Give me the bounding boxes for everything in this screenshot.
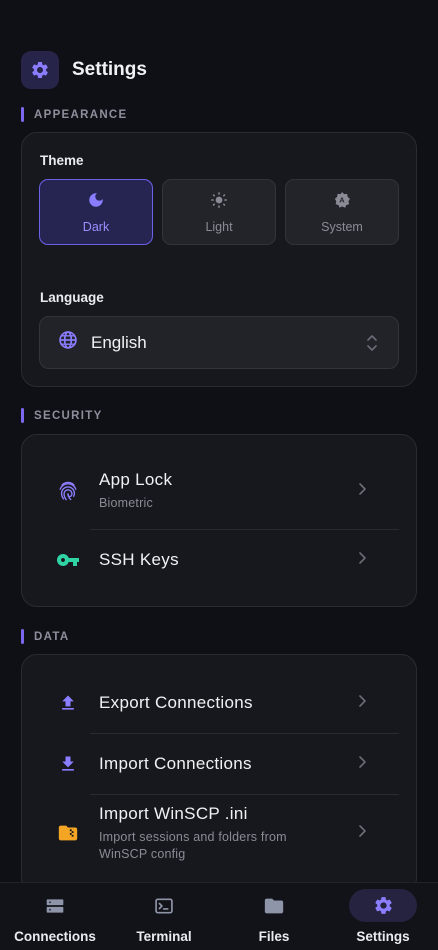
upload-icon	[56, 691, 80, 715]
row-subtitle: Biometric	[99, 496, 153, 510]
gear-icon	[21, 51, 59, 89]
data-card: Export Connections Import Connections Im…	[21, 654, 417, 894]
section-label-appearance: APPEARANCE	[21, 107, 128, 122]
section-title: APPEARANCE	[34, 108, 128, 121]
nav-files[interactable]: Files	[219, 883, 329, 950]
app-lock-row[interactable]: App Lock Biometric	[22, 453, 416, 529]
section-title: DATA	[34, 630, 70, 643]
page-header: Settings	[21, 51, 147, 89]
chevron-right-icon	[358, 482, 366, 500]
row-text: Export Connections	[99, 693, 253, 713]
export-connections-row[interactable]: Export Connections	[22, 672, 416, 734]
language-value: English	[91, 332, 147, 352]
server-icon	[21, 889, 89, 922]
theme-option-system[interactable]: A System	[285, 179, 399, 245]
nav-terminal[interactable]: Terminal	[109, 883, 219, 950]
theme-option-label: Dark	[82, 219, 110, 234]
folder-icon	[240, 889, 308, 922]
theme-option-light[interactable]: Light	[162, 179, 276, 245]
chevron-right-icon	[358, 551, 366, 569]
download-icon	[56, 752, 80, 776]
ssh-keys-row[interactable]: SSH Keys	[22, 530, 416, 590]
row-title: App Lock	[99, 470, 173, 489]
key-icon	[56, 548, 80, 572]
row-title: Import Connections	[99, 754, 252, 773]
section-title: SECURITY	[34, 409, 103, 422]
sun-icon	[210, 191, 228, 214]
row-text: Import Connections	[99, 754, 252, 774]
chevron-right-icon	[358, 694, 366, 712]
section-accent-bar	[21, 107, 24, 122]
gear-icon	[349, 889, 417, 922]
theme-label: Theme	[40, 153, 84, 168]
section-accent-bar	[21, 629, 24, 644]
theme-options: Dark Light A System	[39, 179, 399, 245]
theme-option-label: System	[321, 219, 363, 234]
chevron-right-icon	[358, 755, 366, 773]
row-subtitle: Import sessions and folders from WinSCP …	[99, 829, 287, 861]
nav-label: Files	[258, 929, 290, 944]
svg-text:A: A	[339, 195, 345, 204]
section-accent-bar	[21, 408, 24, 423]
appearance-card: Theme Dark Light A System Language Engli…	[21, 132, 417, 387]
terminal-icon	[130, 889, 198, 922]
theme-option-label: Light	[205, 219, 233, 234]
row-text: SSH Keys	[99, 550, 179, 570]
moon-icon	[87, 191, 105, 214]
page-title: Settings	[72, 59, 147, 80]
zip-folder-icon	[56, 821, 80, 845]
unfold-icon	[366, 332, 378, 359]
language-label: Language	[40, 290, 104, 305]
row-title: Export Connections	[99, 693, 253, 712]
globe-icon	[58, 330, 78, 355]
language-select[interactable]: English	[39, 316, 399, 369]
nav-label: Settings	[356, 929, 410, 944]
nav-label: Connections	[14, 929, 96, 944]
nav-connections[interactable]: Connections	[0, 883, 110, 950]
theme-option-dark[interactable]: Dark	[39, 179, 153, 245]
row-text: App Lock Biometric	[99, 470, 172, 512]
security-card: App Lock Biometric SSH Keys	[21, 434, 417, 607]
import-winscp-row[interactable]: Import WinSCP .ini Import sessions and f…	[22, 795, 416, 871]
auto-theme-icon: A	[333, 191, 351, 214]
bottom-nav: Connections Terminal Files Settings	[0, 882, 438, 950]
chevron-right-icon	[358, 824, 366, 842]
nav-label: Terminal	[136, 929, 192, 944]
fingerprint-icon	[56, 479, 80, 503]
row-text: Import WinSCP .ini Import sessions and f…	[99, 804, 314, 863]
row-title: SSH Keys	[99, 550, 179, 569]
nav-settings[interactable]: Settings	[328, 883, 438, 950]
row-title: Import WinSCP .ini	[99, 803, 248, 823]
import-connections-row[interactable]: Import Connections	[22, 734, 416, 794]
section-label-data: DATA	[21, 629, 69, 644]
section-label-security: SECURITY	[21, 408, 103, 423]
